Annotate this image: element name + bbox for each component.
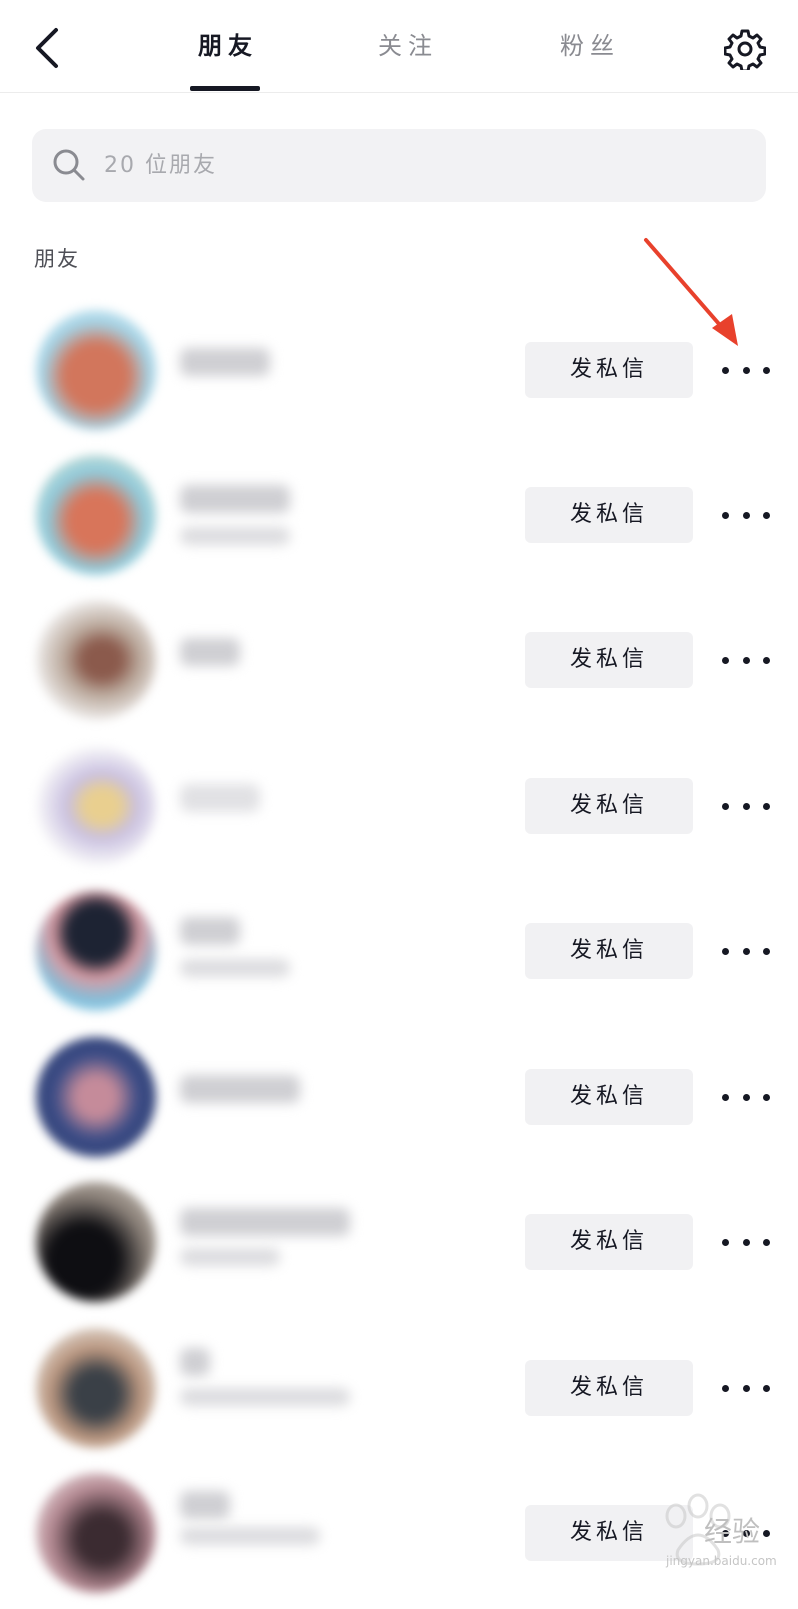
tab-fans[interactable]: 粉丝 xyxy=(550,26,630,66)
avatar[interactable] xyxy=(36,1037,156,1157)
more-options-icon[interactable] xyxy=(722,786,770,826)
friend-row[interactable]: 发私信 xyxy=(0,590,798,736)
more-options-icon[interactable] xyxy=(722,1222,770,1262)
friend-row[interactable]: 发私信 xyxy=(0,881,798,1027)
section-title: 朋友 xyxy=(34,247,80,271)
send-message-button[interactable]: 发私信 xyxy=(525,632,693,688)
avatar[interactable] xyxy=(36,600,156,720)
friend-row[interactable]: 发私信 xyxy=(0,1027,798,1173)
back-arrow-icon[interactable] xyxy=(28,24,72,72)
friend-row[interactable]: 发私信 xyxy=(0,1172,798,1318)
send-message-button[interactable]: 发私信 xyxy=(525,487,693,543)
friend-row[interactable]: 发私信 xyxy=(0,445,798,591)
send-message-button[interactable]: 发私信 xyxy=(525,923,693,979)
avatar[interactable] xyxy=(36,455,156,575)
more-options-icon[interactable] xyxy=(722,931,770,971)
search-placeholder: 20 位朋友 xyxy=(104,153,217,178)
more-options-icon[interactable] xyxy=(722,1077,770,1117)
friend-name-blurred xyxy=(180,1075,300,1103)
search-icon xyxy=(53,149,85,181)
friend-name-blurred xyxy=(180,917,240,945)
more-options-icon[interactable] xyxy=(722,640,770,680)
avatar[interactable] xyxy=(36,746,156,866)
watermark-text: 经验 xyxy=(704,1515,761,1548)
send-message-button[interactable]: 发私信 xyxy=(525,1069,693,1125)
friend-subtitle-blurred xyxy=(180,1388,350,1406)
top-navigation-bar: 朋友 关注 粉丝 xyxy=(0,0,798,93)
friend-subtitle-blurred xyxy=(180,1248,280,1266)
avatar[interactable] xyxy=(36,1328,156,1448)
friend-row[interactable]: 发私信 xyxy=(0,736,798,882)
friend-name-blurred xyxy=(180,1491,230,1519)
send-message-button[interactable]: 发私信 xyxy=(525,1214,693,1270)
annotation-arrow-icon xyxy=(644,238,738,346)
friend-subtitle-blurred xyxy=(180,1527,320,1545)
avatar[interactable] xyxy=(36,891,156,1011)
send-message-button[interactable]: 发私信 xyxy=(525,778,693,834)
friend-name-blurred xyxy=(180,784,260,812)
friend-name-blurred xyxy=(180,1348,210,1376)
watermark-url: jingyan.baidu.com xyxy=(666,1554,777,1568)
avatar[interactable] xyxy=(36,1182,156,1302)
avatar[interactable] xyxy=(36,310,156,430)
more-options-icon[interactable] xyxy=(722,495,770,535)
friend-row[interactable]: 发私信 xyxy=(0,1318,798,1464)
friend-subtitle-blurred xyxy=(180,959,290,977)
friend-name-blurred xyxy=(180,348,270,376)
tab-following[interactable]: 关注 xyxy=(368,26,448,66)
avatar[interactable] xyxy=(36,1473,156,1593)
friend-subtitle-blurred xyxy=(180,527,290,545)
friend-name-blurred xyxy=(180,638,240,666)
friend-name-blurred xyxy=(180,1208,350,1236)
friend-name-blurred xyxy=(180,485,290,513)
friend-search-bar[interactable]: 20 位朋友 xyxy=(32,129,766,202)
settings-gear-icon[interactable] xyxy=(724,28,766,70)
tab-friends[interactable]: 朋友 xyxy=(188,26,268,66)
active-tab-indicator xyxy=(190,86,260,91)
send-message-button[interactable]: 发私信 xyxy=(525,1360,693,1416)
more-options-icon[interactable] xyxy=(722,1368,770,1408)
